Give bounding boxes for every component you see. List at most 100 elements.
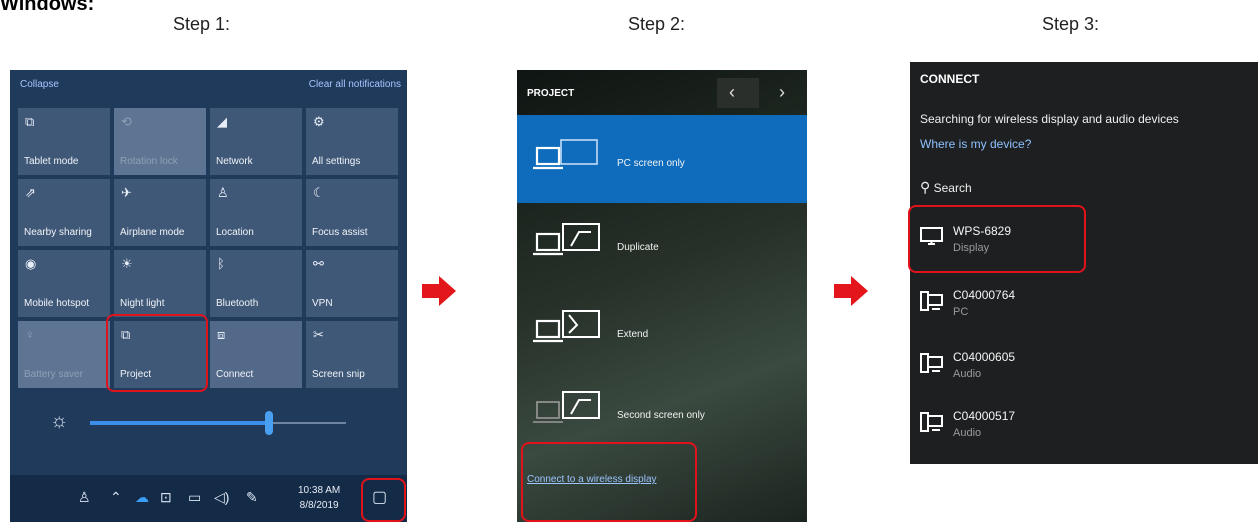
tile-connect[interactable]: ⧈ Connect bbox=[210, 321, 302, 388]
project-title: PROJECT bbox=[527, 88, 575, 99]
option-extend[interactable]: Extend bbox=[517, 305, 807, 365]
tile-label: VPN bbox=[312, 298, 333, 309]
chevron-right-icon[interactable]: › bbox=[779, 82, 785, 103]
extend-icon bbox=[533, 310, 600, 343]
device-name: C04000517 bbox=[953, 409, 1016, 423]
device-c04000605[interactable]: C04000605 Audio bbox=[920, 348, 1220, 398]
gear-icon: ⚙ bbox=[313, 114, 325, 129]
tile-screen-snip[interactable]: ✂ Screen snip bbox=[306, 321, 398, 388]
tile-label: Battery saver bbox=[24, 369, 83, 380]
tablet-mode-icon: ⧉ bbox=[25, 114, 35, 129]
taskbar: ♙ ⌃ ☁ ⊡ ▭ ◁) ✎ 10:38 AM 8/8/2019 ▢ bbox=[10, 475, 407, 522]
pen-icon[interactable]: ✎ bbox=[246, 489, 258, 506]
highlight-connect-link bbox=[521, 442, 697, 522]
nav-background bbox=[717, 78, 759, 108]
device-type: PC bbox=[953, 306, 969, 318]
tile-nearby-sharing[interactable]: ⇗ Nearby sharing bbox=[18, 179, 110, 246]
tile-label: Rotation lock bbox=[120, 156, 178, 167]
pc-icon bbox=[920, 291, 943, 311]
tile-bluetooth[interactable]: ᛒ Bluetooth bbox=[210, 250, 302, 317]
clock-date: 8/8/2019 bbox=[299, 500, 339, 511]
network-icon: ◢ bbox=[217, 114, 227, 129]
option-pc-screen-only[interactable]: PC screen only bbox=[517, 134, 807, 194]
tile-location[interactable]: ♙ Location bbox=[210, 179, 302, 246]
searching-status: Searching for wireless display and audio… bbox=[920, 112, 1179, 126]
where-is-my-device-link[interactable]: Where is my device? bbox=[920, 137, 1031, 151]
page-heading: Windows: bbox=[0, 0, 95, 15]
tile-label: Night light bbox=[120, 298, 165, 309]
vpn-icon: ⚯ bbox=[313, 256, 324, 271]
cloud-icon[interactable]: ☁ bbox=[135, 489, 149, 506]
hotspot-icon: ◉ bbox=[25, 256, 37, 271]
battery-icon[interactable]: ▭ bbox=[188, 489, 201, 506]
tile-mobile-hotspot[interactable]: ◉ Mobile hotspot bbox=[18, 250, 110, 317]
device-name: C04000764 bbox=[953, 288, 1016, 302]
brightness-slider-thumb[interactable] bbox=[265, 411, 273, 435]
device-c04000764[interactable]: C04000764 PC bbox=[920, 286, 1220, 336]
tile-label: All settings bbox=[312, 156, 361, 167]
clock[interactable]: 10:38 AM 8/8/2019 bbox=[298, 483, 340, 513]
network-tray-icon[interactable]: ⊡ bbox=[160, 489, 172, 506]
arrow-right-icon bbox=[422, 276, 456, 306]
pc-icon bbox=[920, 353, 943, 373]
second-screen-only-icon bbox=[533, 391, 600, 423]
step-2-label: Step 2: bbox=[628, 14, 686, 34]
search-icon: ⚲ bbox=[920, 179, 931, 195]
pc-icon bbox=[920, 412, 943, 432]
brightness-icon: ☼ bbox=[50, 410, 69, 432]
collapse-link[interactable]: Collapse bbox=[20, 79, 59, 90]
device-type: Audio bbox=[953, 427, 982, 439]
chevron-up-icon[interactable]: ⌃ bbox=[110, 489, 122, 506]
pc-screen-only-icon bbox=[533, 139, 598, 170]
tile-network[interactable]: ◢ Network bbox=[210, 108, 302, 175]
tile-label: Tablet mode bbox=[24, 156, 79, 167]
device-c04000517[interactable]: C04000517 Audio bbox=[920, 407, 1220, 457]
tile-label: Bluetooth bbox=[216, 298, 259, 309]
tile-tablet-mode[interactable]: ⧉ Tablet mode bbox=[18, 108, 110, 175]
option-label: Extend bbox=[617, 329, 649, 340]
search-field[interactable]: ⚲ Search bbox=[920, 179, 972, 196]
highlight-project-tile bbox=[106, 314, 208, 392]
location-icon: ♙ bbox=[217, 185, 229, 200]
bluetooth-icon: ᛒ bbox=[217, 256, 225, 271]
tile-night-light[interactable]: ☀ Night light bbox=[114, 250, 206, 317]
step-1-label: Step 1: bbox=[173, 14, 231, 34]
option-label: PC screen only bbox=[617, 158, 685, 169]
nearby-sharing-icon: ⇗ bbox=[25, 185, 36, 200]
tile-all-settings[interactable]: ⚙ All settings bbox=[306, 108, 398, 175]
search-label: Search bbox=[933, 181, 972, 195]
clear-all-notifications-link[interactable]: Clear all notifications bbox=[309, 79, 401, 90]
battery-saver-icon: ♀ bbox=[25, 327, 35, 342]
volume-icon[interactable]: ◁) bbox=[214, 489, 229, 506]
connect-title: CONNECT bbox=[920, 72, 980, 86]
brightness-slider-fill bbox=[90, 421, 269, 425]
rotation-lock-icon: ⟲ bbox=[121, 114, 132, 129]
action-center-panel: Collapse Clear all notifications ⧉ Tablet… bbox=[10, 70, 407, 522]
highlight-wps-device bbox=[908, 205, 1086, 273]
moon-icon: ☾ bbox=[313, 185, 325, 200]
option-duplicate[interactable]: Duplicate bbox=[517, 218, 807, 278]
tile-vpn[interactable]: ⚯ VPN bbox=[306, 250, 398, 317]
chevron-left-icon[interactable]: ‹ bbox=[729, 82, 735, 103]
tile-rotation-lock[interactable]: ⟲ Rotation lock bbox=[114, 108, 206, 175]
device-type: Audio bbox=[953, 368, 982, 380]
option-label: Second screen only bbox=[617, 410, 705, 421]
connect-icon: ⧈ bbox=[217, 327, 226, 342]
airplane-icon: ✈ bbox=[121, 185, 132, 200]
clock-time: 10:38 AM bbox=[298, 485, 341, 496]
tile-label: Mobile hotspot bbox=[24, 298, 90, 309]
tile-label: Focus assist bbox=[312, 227, 368, 238]
people-icon[interactable]: ♙ bbox=[78, 489, 91, 506]
tile-label: Airplane mode bbox=[120, 227, 185, 238]
device-name: C04000605 bbox=[953, 350, 1016, 364]
arrow-right-icon bbox=[834, 276, 868, 306]
option-second-screen-only[interactable]: Second screen only bbox=[517, 386, 807, 446]
highlight-action-center-icon bbox=[361, 478, 406, 522]
step-3-label: Step 3: bbox=[1042, 14, 1100, 34]
tile-label: Network bbox=[216, 156, 253, 167]
tile-airplane-mode[interactable]: ✈ Airplane mode bbox=[114, 179, 206, 246]
tile-focus-assist[interactable]: ☾ Focus assist bbox=[306, 179, 398, 246]
screen-snip-icon: ✂ bbox=[313, 327, 324, 342]
tile-battery-saver[interactable]: ♀ Battery saver bbox=[18, 321, 110, 388]
option-label: Duplicate bbox=[617, 242, 659, 253]
